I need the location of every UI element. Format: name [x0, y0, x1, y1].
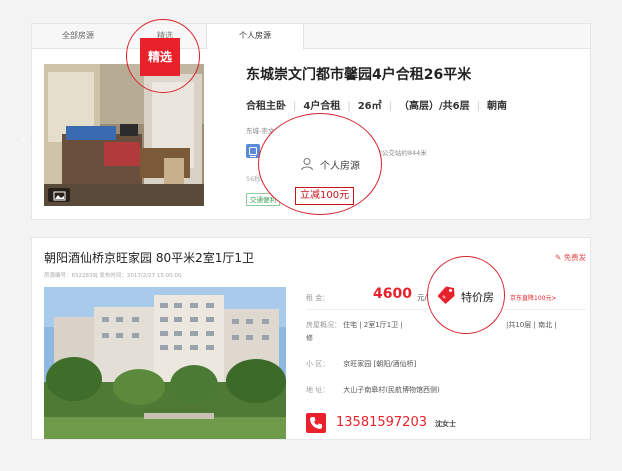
spec-separator: | — [347, 101, 351, 112]
personal-listing-label: 个人房源 — [320, 161, 360, 172]
building-photo — [44, 287, 286, 439]
community-row: 小 区： 京旺家园 [朝阳/酒仙桥] — [306, 359, 416, 369]
contact-name: 沈女士 — [435, 420, 456, 428]
spec-room-type: 合租主卧 — [246, 101, 286, 112]
listing-tabs: 全部房源 精选 个人房源 — [32, 24, 590, 50]
listing-title[interactable]: 东城崇文门都市馨园4户合租26平米 — [246, 64, 471, 84]
edit-icon: ✎ — [555, 253, 562, 262]
overview-floor-row: |共10层 | 南北 | — [506, 320, 557, 330]
spec-area: 26㎡ — [357, 101, 382, 112]
spec-share-type: 4户合租 — [303, 101, 341, 112]
overview-extra-row: 修 — [306, 333, 313, 343]
spec-floor: （高层）/共6层 — [399, 101, 470, 112]
price-label: 租 金： — [306, 294, 330, 302]
free-post-label: 免费发 — [563, 253, 587, 262]
listing-card-detail[interactable]: 朝阳酒仙桥京旺家园 80平米2室1厅1卫 房源编号：6522839J 发布时间：… — [31, 237, 591, 440]
spec-separator: | — [388, 101, 393, 112]
spec-orientation: 朝南 — [487, 101, 508, 112]
person-icon — [300, 156, 314, 171]
jd-discount-link[interactable]: 京东直降100元> — [510, 293, 556, 302]
chevron-left-icon[interactable]: ‹ — [21, 131, 27, 147]
tab-all[interactable]: 全部房源 — [32, 24, 124, 49]
phone-number[interactable]: 13581597203 — [336, 415, 427, 430]
featured-badge: 精选 — [140, 38, 180, 76]
price-value: 4600 — [373, 286, 412, 302]
phone-icon — [306, 413, 326, 433]
overview-row: 房屋概况： 住宅 | 2室1厅1卫 | — [306, 320, 403, 330]
community-label: 小 区： — [306, 360, 330, 368]
tab-personal[interactable]: 个人房源 — [206, 24, 304, 50]
overview-floor: |共10层 | 南北 | — [506, 321, 557, 329]
listing-photo[interactable] — [44, 287, 286, 439]
community-value[interactable]: 京旺家园 [朝阳/酒仙桥] — [343, 360, 416, 368]
special-price-label: 特价房 — [461, 291, 494, 304]
address-label: 地 址： — [306, 386, 330, 394]
spec-separator: | — [476, 101, 481, 112]
address-row: 地 址： 大山子南皋村(民航博物馆西侧) — [306, 385, 440, 395]
listing-specs: 合租主卧 | 4户合租 | 26㎡ | （高层）/共6层 | 朝南 — [246, 97, 507, 112]
free-post-link[interactable]: ✎ 免费发 — [555, 252, 586, 263]
spec-separator: | — [293, 101, 297, 112]
listing-title[interactable]: 朝阳酒仙桥京旺家园 80平米2室1厅1卫 — [44, 249, 254, 266]
overview-value: 住宅 | 2室1厅1卫 | — [343, 321, 403, 329]
listing-meta: 房源编号：6522839J 发布时间：2017/2/27 15:00:00 — [44, 273, 182, 279]
price-tag-icon: ¥ — [436, 285, 456, 305]
overview-extra: 修 — [306, 334, 313, 342]
discount-badge[interactable]: 立减100元 — [295, 187, 355, 205]
image-icon — [48, 188, 70, 202]
price-row-label: 租 金： — [306, 293, 329, 303]
address-value: 大山子南皋村(民航博物馆西侧) — [343, 386, 440, 394]
overview-label: 房屋概况： — [306, 321, 341, 329]
